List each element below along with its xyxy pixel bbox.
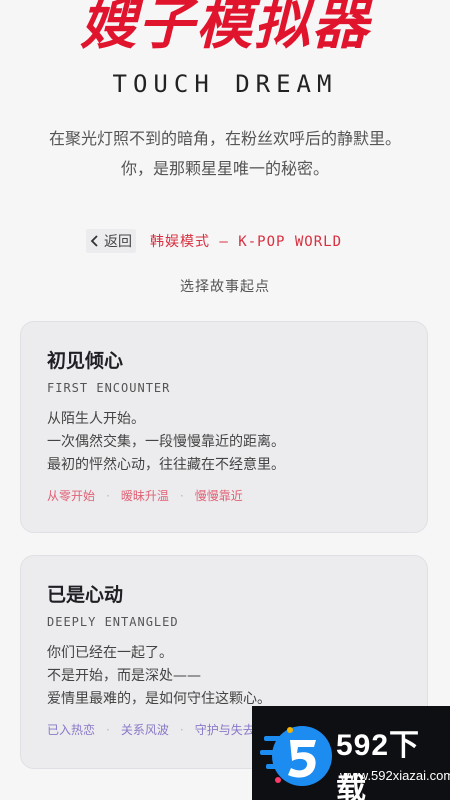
tag-separator: · bbox=[179, 723, 184, 737]
card-tag: 已入热恋 bbox=[47, 723, 96, 737]
tag-separator: · bbox=[106, 489, 110, 503]
tag-separator: · bbox=[106, 723, 110, 737]
card-tags: 从零开始 · 暧昧升温 · 慢慢靠近 bbox=[47, 487, 401, 505]
mode-nav: 返回 韩娱模式 — K-POP WORLD bbox=[86, 229, 342, 253]
card-description: 从陌生人开始。 一次偶然交集，一段慢慢靠近的距离。 最初的怦然心动，往往藏在不经… bbox=[47, 408, 401, 477]
mode-label: 韩娱模式 — K-POP WORLD bbox=[150, 234, 343, 250]
tagline: 在聚光灯照不到的暗角，在粉丝欢呼后的静默里。 你，是那颗星星唯一的秘密。 bbox=[0, 124, 450, 184]
card-description-line: 一次偶然交集，一段慢慢靠近的距离。 bbox=[47, 434, 285, 450]
card-description-line: 最初的怦然心动，往往藏在不经意里。 bbox=[47, 457, 285, 473]
card-tag: 慢慢靠近 bbox=[194, 489, 243, 503]
card-tag: 关系风波 bbox=[120, 723, 169, 737]
card-title: 已是心动 bbox=[47, 584, 124, 606]
card-description: 你们已经在一起了。 不是开始，而是深处—— 爱情里最难的，是如何守住这颗心。 bbox=[47, 642, 401, 711]
card-english-title: DEEPLY ENTANGLED bbox=[47, 615, 179, 629]
tagline-line-2: 你，是那颗星星唯一的秘密。 bbox=[120, 159, 329, 178]
tagline-line-1: 在聚光灯照不到的暗角，在粉丝欢呼后的静默里。 bbox=[48, 129, 401, 148]
watermark-url: www.592xiazai.com bbox=[340, 768, 450, 783]
watermark-brand: 592下载 bbox=[336, 729, 421, 800]
app-subtitle: TOUCH DREAM bbox=[112, 70, 338, 98]
card-description-line: 你们已经在一起了。 bbox=[47, 645, 173, 661]
back-button[interactable]: 返回 bbox=[86, 229, 136, 253]
app-title: 嫂子模拟器 bbox=[80, 0, 370, 57]
site-watermark: 592下载 www.592xiazai.com bbox=[252, 706, 450, 800]
story-card-first-encounter[interactable]: 初见倾心 FIRST ENCOUNTER 从陌生人开始。 一次偶然交集，一段慢慢… bbox=[20, 321, 428, 533]
card-tag: 守护与失去 bbox=[194, 723, 255, 737]
card-english-title: FIRST ENCOUNTER bbox=[47, 381, 171, 395]
card-tag: 暧昧升温 bbox=[120, 489, 169, 503]
back-label: 返回 bbox=[104, 234, 132, 250]
chevron-left-icon bbox=[90, 234, 100, 248]
card-tag: 从零开始 bbox=[47, 489, 96, 503]
logo-icon bbox=[260, 716, 332, 796]
section-label: 选择故事起点 bbox=[180, 279, 270, 295]
card-description-line: 不是开始，而是深处—— bbox=[47, 668, 201, 684]
tag-separator: · bbox=[179, 489, 184, 503]
card-description-line: 从陌生人开始。 bbox=[47, 411, 145, 427]
card-title: 初见倾心 bbox=[47, 350, 124, 372]
